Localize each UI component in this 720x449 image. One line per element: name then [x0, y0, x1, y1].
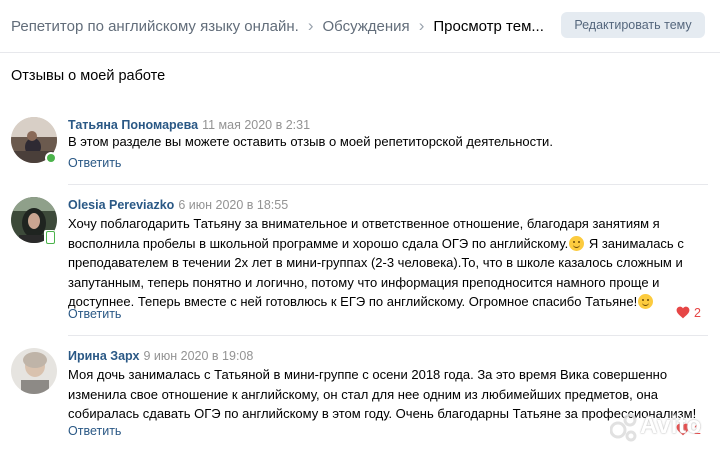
author-name[interactable]: Olesia Pereviazko: [68, 198, 174, 212]
comment-date[interactable]: 9 июн 2020 в 19:08: [143, 349, 253, 363]
author-name[interactable]: Татьяна Пономарева: [68, 118, 198, 132]
smile-emoji-icon: [569, 235, 585, 251]
like-button[interactable]: 2: [676, 306, 701, 320]
mobile-status-icon: [44, 230, 55, 244]
reply-link[interactable]: Ответить: [68, 307, 121, 321]
chevron-right-icon: ›: [307, 16, 314, 35]
header-divider: [0, 52, 720, 53]
reply-link[interactable]: Ответить: [68, 424, 121, 438]
comment-author[interactable]: Татьяна Пономарева 11 мая 2020 в 2:31: [68, 118, 310, 132]
online-status-icon: [45, 152, 57, 164]
breadcrumb-discussions-link[interactable]: Обсуждения: [323, 18, 410, 35]
breadcrumb: Репетитор по английскому языку онлайн. › О…: [11, 16, 544, 36]
author-name[interactable]: Ирина Зарх: [68, 349, 139, 363]
breadcrumb-community-link[interactable]: Репетитор по английскому языку онлайн.: [11, 18, 299, 35]
edit-topic-button[interactable]: Редактировать тему: [561, 12, 705, 38]
avatar[interactable]: [11, 348, 57, 394]
heart-icon: [676, 306, 690, 319]
smile-emoji-icon: [638, 294, 654, 309]
post-divider: [68, 184, 708, 185]
comment-text: В этом разделе вы можете оставить отзыв …: [68, 134, 553, 149]
topic-header: Репетитор по английскому языку онлайн. › О…: [0, 0, 720, 52]
comment-text: Хочу поблагодарить Татьяну за внимательн…: [68, 214, 708, 312]
watermark-text: Avito: [640, 412, 702, 439]
comment-date[interactable]: 6 июн 2020 в 18:55: [178, 198, 288, 212]
breadcrumb-current: Просмотр тем...: [433, 18, 544, 35]
comment-author[interactable]: Olesia Pereviazko 6 июн 2020 в 18:55: [68, 198, 288, 212]
post-divider: [68, 335, 708, 336]
reply-link[interactable]: Ответить: [68, 156, 121, 170]
chevron-right-icon: ›: [418, 16, 425, 35]
like-count: 2: [694, 306, 701, 320]
topic-title: Отзывы о моей работе: [11, 68, 166, 84]
comment-author[interactable]: Ирина Зарх 9 июн 2020 в 19:08: [68, 349, 253, 363]
comment-date[interactable]: 11 мая 2020 в 2:31: [202, 118, 310, 132]
